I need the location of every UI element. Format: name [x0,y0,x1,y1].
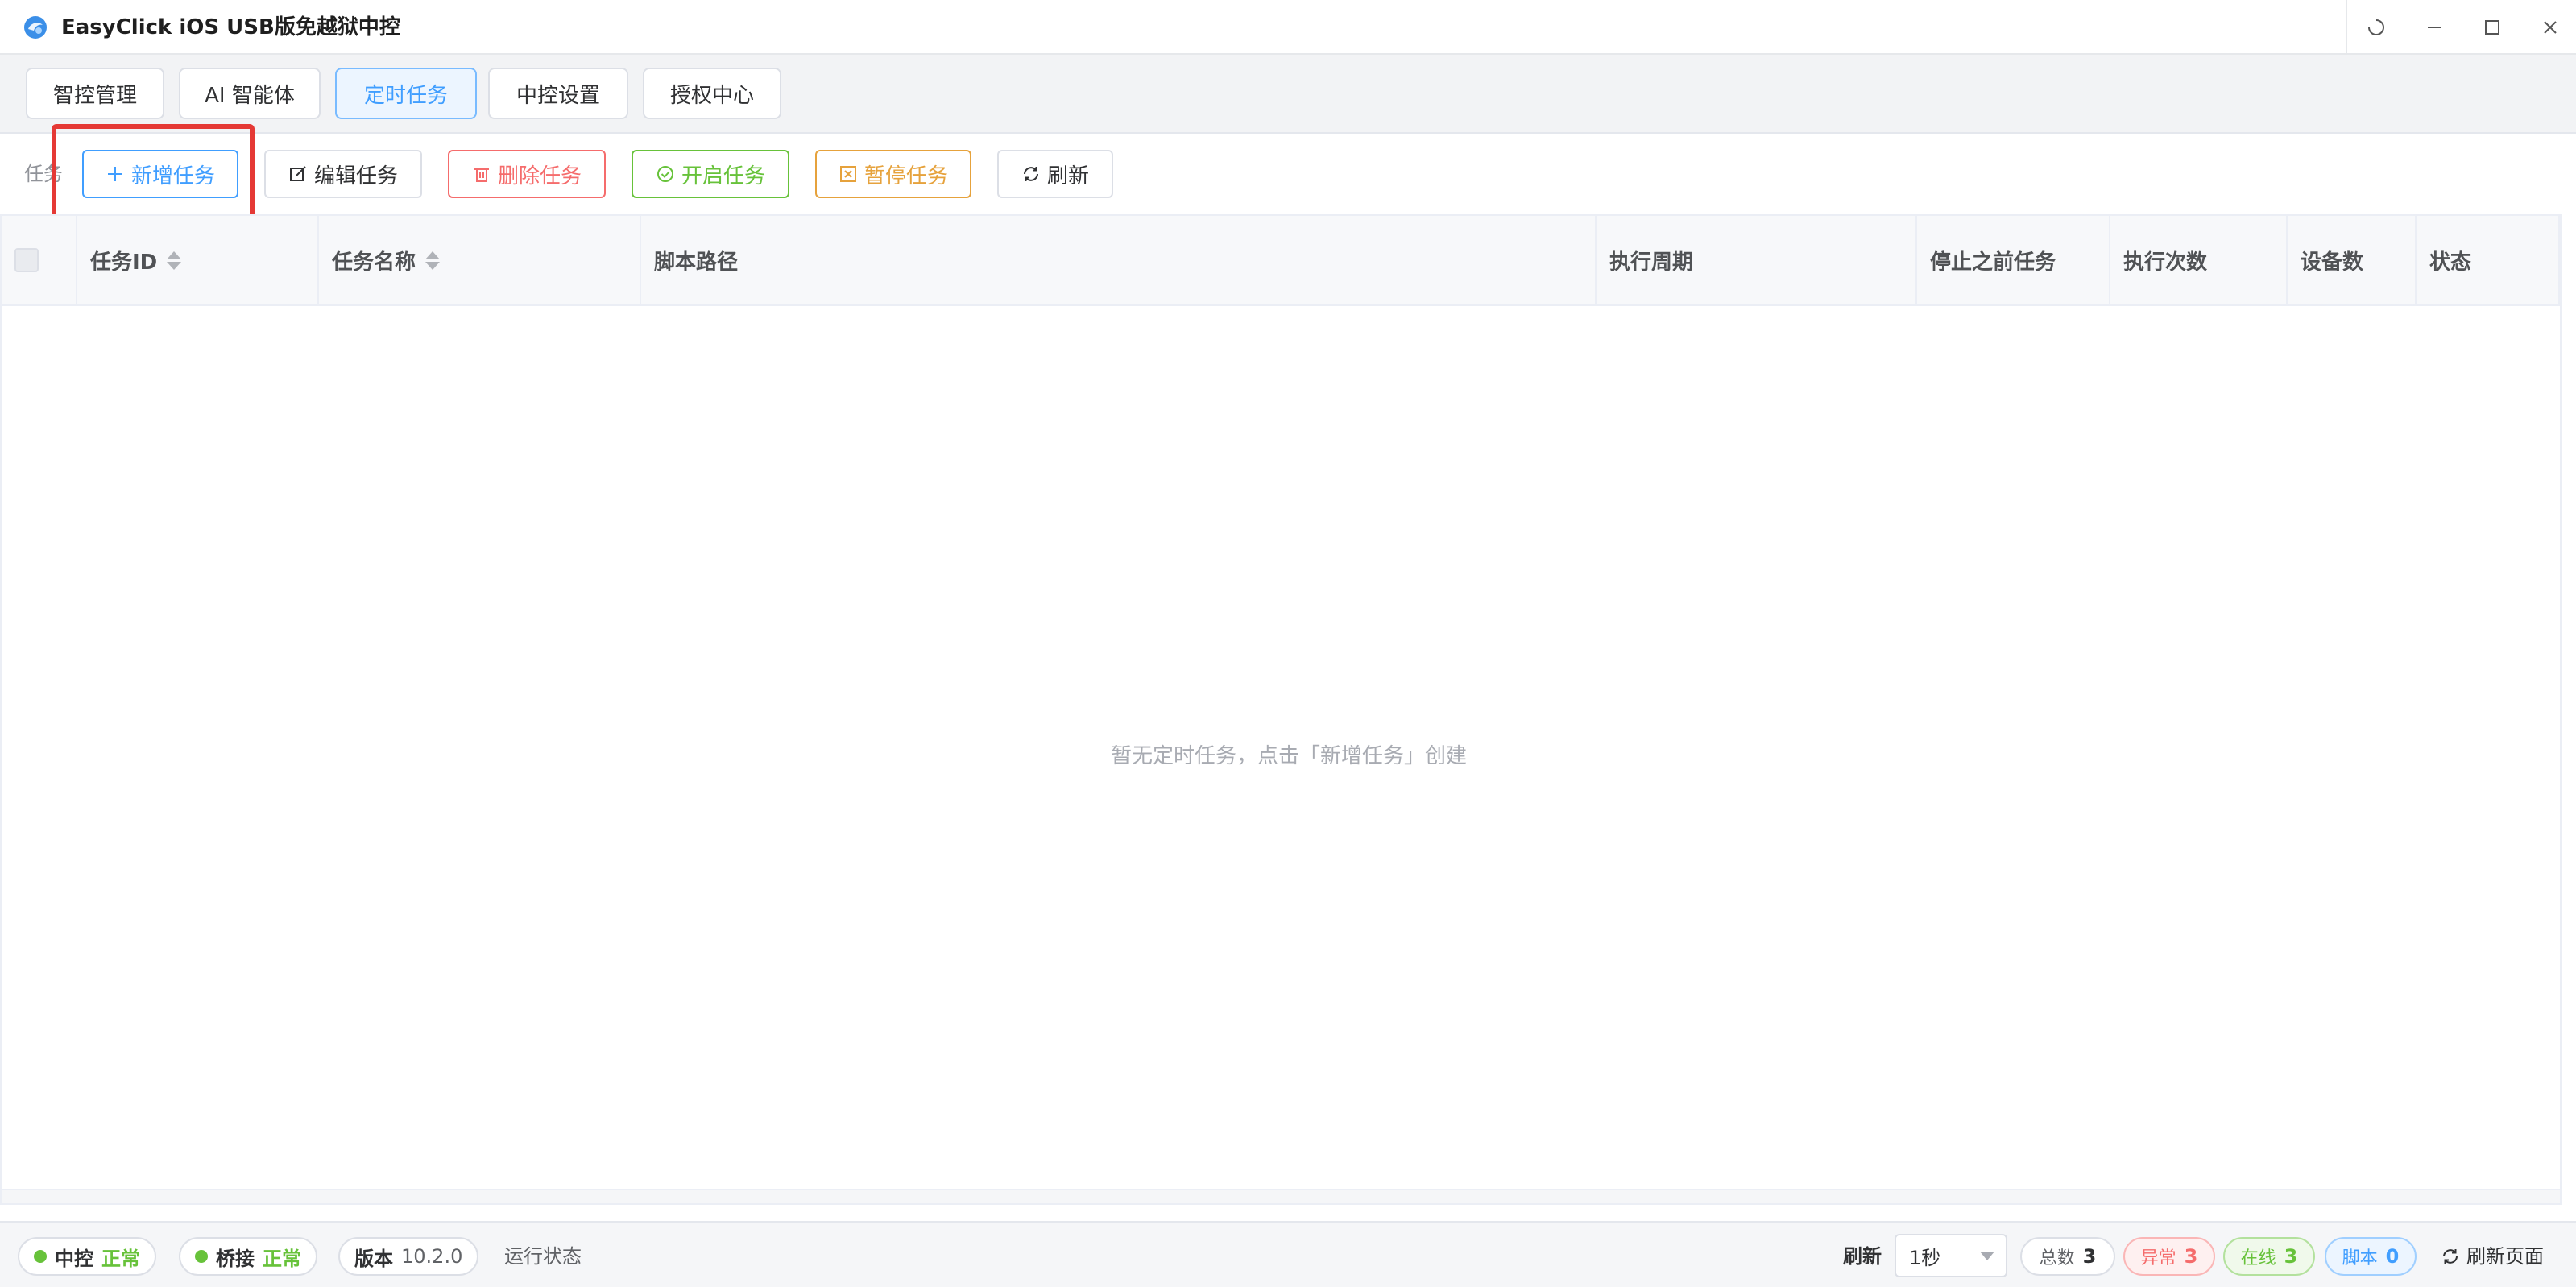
close-icon[interactable] [2534,11,2566,43]
script-label: 脚本 [2342,1248,2378,1268]
highlight-annotation [52,124,255,226]
status-dot-icon [195,1250,208,1263]
tab-control-settings[interactable]: 中控设置 [488,68,628,119]
version-label: 版本 [354,1247,393,1270]
title-bar: EasyClick iOS USB版免越狱中控 [0,0,2576,55]
refresh-interval-select[interactable]: 1秒 [1895,1234,2007,1277]
pause-task-button[interactable]: 暂停任务 [815,150,971,198]
trash-icon [474,168,489,182]
tab-ai-agent[interactable]: AI 智能体 [179,68,321,119]
version-value: 10.2.0 [401,1245,463,1268]
error-label: 异常 [2140,1248,2176,1268]
title-separator [2346,0,2347,55]
sort-icon[interactable] [425,250,441,270]
select-all-cell [2,216,77,304]
bridge-status: 正常 [263,1247,301,1270]
status-bar: 中控 正常 桥接 正常 版本 10.2.0 运行状态 刷新 1秒 总数 3 异常… [0,1221,2576,1287]
start-task-label: 开启任务 [681,163,765,188]
column-task-name[interactable]: 任务名称 [319,216,641,304]
bridge-status-badge: 桥接 正常 [179,1237,317,1276]
close-square-icon [839,166,856,182]
refresh-page-label: 刷新页面 [2466,1245,2544,1268]
refresh-icon [1023,167,1038,181]
tab-scheduled-tasks[interactable]: 定时任务 [335,68,477,119]
script-count-badge: 脚本 0 [2325,1237,2417,1276]
delete-task-button[interactable]: 删除任务 [448,150,606,198]
nav-tabs: 智控管理 AI 智能体 定时任务 中控设置 授权中心 [0,55,2576,134]
start-task-button[interactable]: 开启任务 [632,150,789,198]
edit-task-button[interactable]: 编辑任务 [264,150,422,198]
column-task-name-label: 任务名称 [332,250,416,275]
column-task-id[interactable]: 任务ID [77,216,319,304]
refresh-page-button[interactable]: 刷新页面 [2441,1237,2544,1276]
column-stop-previous: 停止之前任务 [1917,216,2110,304]
error-value: 3 [2184,1245,2198,1268]
sort-icon[interactable] [167,250,182,270]
online-label: 在线 [2240,1248,2276,1268]
online-value: 3 [2284,1245,2298,1268]
column-status: 状态 [2417,216,2560,304]
column-schedule: 执行周期 [1597,216,1917,304]
pause-task-label: 暂停任务 [863,163,948,188]
task-toolbar: 任务 新增任务 编辑任务 删除任务 开启任务 暂停任务 刷新 [0,134,2576,214]
total-count-badge: 总数 3 [2020,1237,2115,1276]
delete-task-label: 删除任务 [497,163,582,188]
refresh-interval-value: 1秒 [1909,1246,1941,1269]
select-all-checkbox[interactable] [14,248,39,272]
online-count-badge: 在线 3 [2223,1237,2315,1276]
error-count-badge: 异常 3 [2123,1237,2215,1276]
status-dot-icon [34,1250,47,1263]
run-state-link[interactable]: 运行状态 [504,1237,582,1276]
edit-icon [289,166,306,181]
minimize-icon[interactable] [2418,11,2450,43]
control-label: 中控 [55,1247,93,1270]
tab-license-center[interactable]: 授权中心 [643,68,781,119]
bridge-label: 桥接 [216,1247,255,1270]
window-title: EasyClick iOS USB版免越狱中控 [61,15,400,39]
chevron-down-icon [1980,1252,1994,1260]
horizontal-scrollbar[interactable] [2,1189,2560,1203]
total-value: 3 [2082,1245,2097,1268]
maximize-icon[interactable] [2476,11,2508,43]
script-value: 0 [2385,1245,2400,1268]
column-task-id-label: 任务ID [90,250,158,275]
column-script-path: 脚本路径 [641,216,1597,304]
edit-task-label: 编辑任务 [313,163,398,188]
check-circle-icon [656,166,673,182]
app-logo-icon [24,16,47,39]
refresh-interval-label: 刷新 [1843,1245,1882,1268]
task-table: 任务ID 任务名称 脚本路径 执行周期 停止之前任务 执行次数 设备数 状态 暂… [0,214,2562,1205]
total-label: 总数 [2039,1248,2075,1268]
empty-state-text: 暂无定时任务，点击「新增任务」创建 [1110,744,1467,768]
refresh-button[interactable]: 刷新 [997,150,1113,198]
refresh-icon [2443,1249,2458,1264]
column-run-count: 执行次数 [2110,216,2288,304]
control-status: 正常 [101,1247,140,1270]
version-badge: 版本 10.2.0 [338,1237,479,1276]
tab-smart-control[interactable]: 智控管理 [26,68,164,119]
control-status-badge: 中控 正常 [18,1237,156,1276]
refresh-label: 刷新 [1046,163,1089,188]
column-device-count: 设备数 [2288,216,2417,304]
loading-icon [2360,11,2392,43]
table-header: 任务ID 任务名称 脚本路径 执行周期 停止之前任务 执行次数 设备数 状态 [2,216,2560,306]
